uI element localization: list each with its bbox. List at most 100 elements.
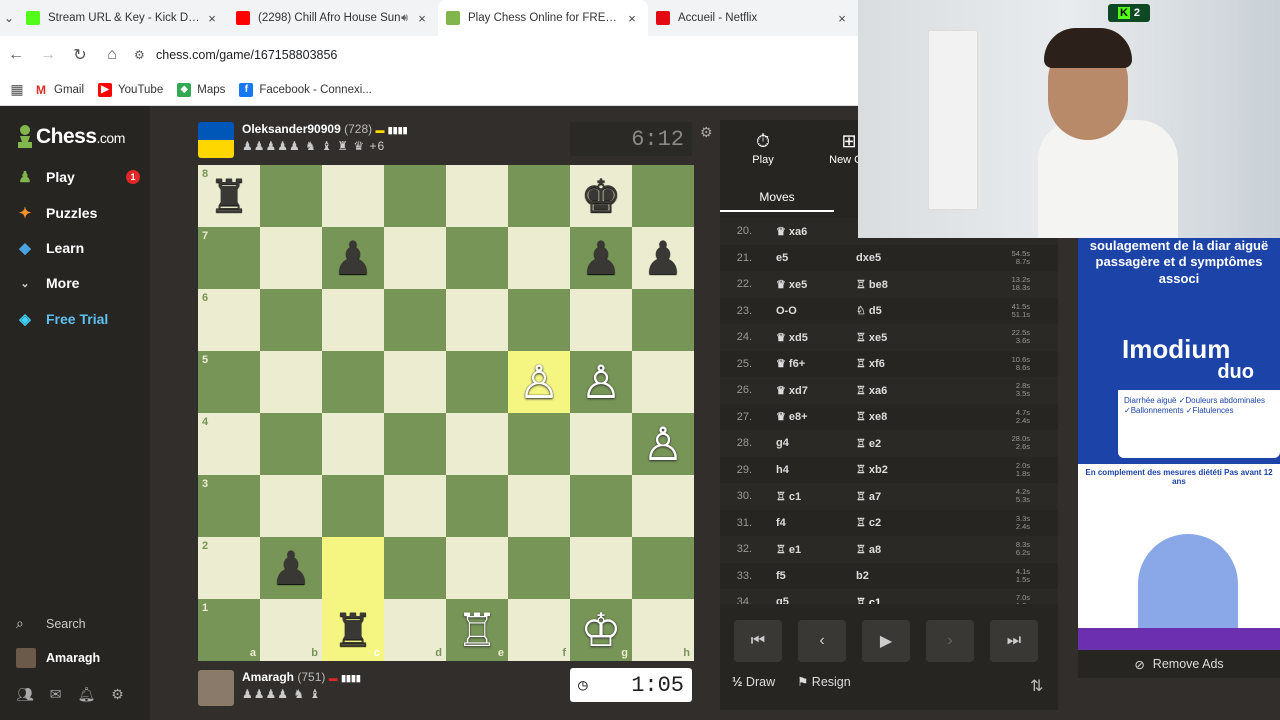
square-d1[interactable]: d [384,599,446,661]
square-a2[interactable]: 2 [198,537,260,599]
square-e4[interactable] [446,413,508,475]
black-move[interactable]: ♖ xe8 [840,410,970,423]
chess-logo[interactable]: Chess.com [14,124,125,150]
square-d5[interactable] [384,351,446,413]
url-field[interactable]: ⚙ chess.com/game/167158803856 [134,41,337,69]
square-a7[interactable]: 7 [198,227,260,289]
white-move[interactable]: ♛ e8+ [752,410,840,423]
black-move[interactable]: ♖ xe5 [840,331,970,344]
first-move-icon[interactable]: ⏮ [734,620,782,662]
resign-button[interactable]: ⚑ Resign [797,674,851,689]
browser-tab[interactable]: (2298) Chill Afro House Sun 🔊︎ × [228,0,438,36]
chess-piece[interactable]: ♙ [642,421,683,467]
square-h5[interactable] [632,351,694,413]
square-a8[interactable]: 8 ♜ [198,165,260,227]
white-move[interactable]: f4 [752,517,840,529]
square-d2[interactable] [384,537,446,599]
white-move[interactable]: h4 [752,464,840,476]
sidebar-item-free-trial[interactable]: ◈ Free Trial [16,310,140,328]
tab-moves[interactable]: Moves [720,184,834,212]
black-move[interactable]: ♖ c1 [840,596,970,604]
square-c7[interactable]: ♟ [322,227,384,289]
sidebar-profile[interactable]: Amaragh [16,648,100,668]
square-g5[interactable]: ♙ [570,351,632,413]
gear-icon[interactable]: ⚙ [111,686,124,703]
white-move[interactable]: ♛ xd7 [752,384,840,397]
black-move[interactable]: dxe5 [840,252,970,264]
chess-piece[interactable]: ♜ [208,173,249,219]
remove-ads-button[interactable]: ⊘ Remove Ads [1078,650,1280,678]
square-g4[interactable] [570,413,632,475]
forward-icon[interactable]: → [32,46,64,64]
audio-playing-icon[interactable]: 🔊︎ [401,12,408,25]
square-f5[interactable]: ♙ [508,351,570,413]
draw-button[interactable]: ½ Draw [732,675,775,689]
chess-piece[interactable]: ♜ [332,607,373,653]
square-h8[interactable] [632,165,694,227]
black-move[interactable]: ♖ a8 [840,543,970,556]
bell-icon[interactable]: 🔔︎ [78,686,96,703]
square-f6[interactable] [508,289,570,351]
chess-piece[interactable]: ♖ [456,607,497,653]
square-f2[interactable] [508,537,570,599]
square-f7[interactable] [508,227,570,289]
white-move[interactable]: g5 [752,596,840,604]
square-a5[interactable]: 5 [198,351,260,413]
square-f8[interactable] [508,165,570,227]
chess-piece[interactable]: ♟ [332,235,373,281]
chess-piece[interactable]: ♟ [580,235,621,281]
square-e6[interactable] [446,289,508,351]
square-b7[interactable] [260,227,322,289]
board-settings-icon[interactable]: ⚙ [700,124,713,141]
square-c2[interactable] [322,537,384,599]
white-move[interactable]: O-O [752,305,840,317]
square-f3[interactable] [508,475,570,537]
player-name[interactable]: Amaragh [242,670,294,684]
square-d6[interactable] [384,289,446,351]
square-b2[interactable]: ♟ [260,537,322,599]
square-g7[interactable]: ♟ [570,227,632,289]
square-e2[interactable] [446,537,508,599]
square-f1[interactable]: f [508,599,570,661]
square-a4[interactable]: 4 [198,413,260,475]
white-move[interactable]: ♛ xd5 [752,331,840,344]
advertisement[interactable]: soulagement de la diar aiguë passagère e… [1078,238,1280,650]
square-e8[interactable] [446,165,508,227]
square-d7[interactable] [384,227,446,289]
black-move[interactable]: ♖ c2 [840,516,970,529]
move-list[interactable]: 20. ♛ xa6 21. e5 dxe5 54.5s 8.7s 22. ♛ xe5 ♖ be8 1… [720,218,1058,604]
sidebar-item-more[interactable]: ⌄ More [16,274,140,292]
square-g1[interactable]: g ♔ [570,599,632,661]
browser-tab[interactable]: Play Chess Online for FREE - 2 P × [438,0,648,36]
previous-move-icon[interactable]: ‹ [798,620,846,662]
black-move[interactable]: b2 [840,570,970,582]
square-b5[interactable] [260,351,322,413]
mail-icon[interactable]: ✉ [50,686,62,703]
square-h4[interactable]: ♙ [632,413,694,475]
opponent-name[interactable]: Oleksander90909 [242,122,341,136]
chess-piece[interactable]: ♟ [270,545,311,591]
square-g8[interactable]: ♚ [570,165,632,227]
square-c3[interactable] [322,475,384,537]
square-h1[interactable]: h [632,599,694,661]
square-c4[interactable] [322,413,384,475]
black-move[interactable]: ♖ e2 [840,437,970,450]
sidebar-item-play[interactable]: ♟ Play 1 [16,168,140,186]
square-d4[interactable] [384,413,446,475]
white-move[interactable]: ♛ xa6 [752,225,840,238]
square-e7[interactable] [446,227,508,289]
close-tab-icon[interactable]: × [204,11,220,26]
chess-piece[interactable]: ♚ [580,173,621,219]
close-tab-icon[interactable]: × [834,11,850,26]
black-move[interactable]: ♖ xb2 [840,463,970,476]
black-move[interactable]: ♖ xf6 [840,357,970,370]
square-g6[interactable] [570,289,632,351]
white-move[interactable]: ♖ c1 [752,490,840,503]
square-f4[interactable] [508,413,570,475]
square-b3[interactable] [260,475,322,537]
bookmark-maps[interactable]: ⬥ Maps [177,82,225,97]
browser-tab[interactable]: Accueil - Netflix × [648,0,858,36]
home-icon[interactable]: ⌂ [96,46,128,64]
sidebar-search[interactable]: ⌕ Search [16,615,86,632]
next-move-icon[interactable]: › [926,620,974,662]
